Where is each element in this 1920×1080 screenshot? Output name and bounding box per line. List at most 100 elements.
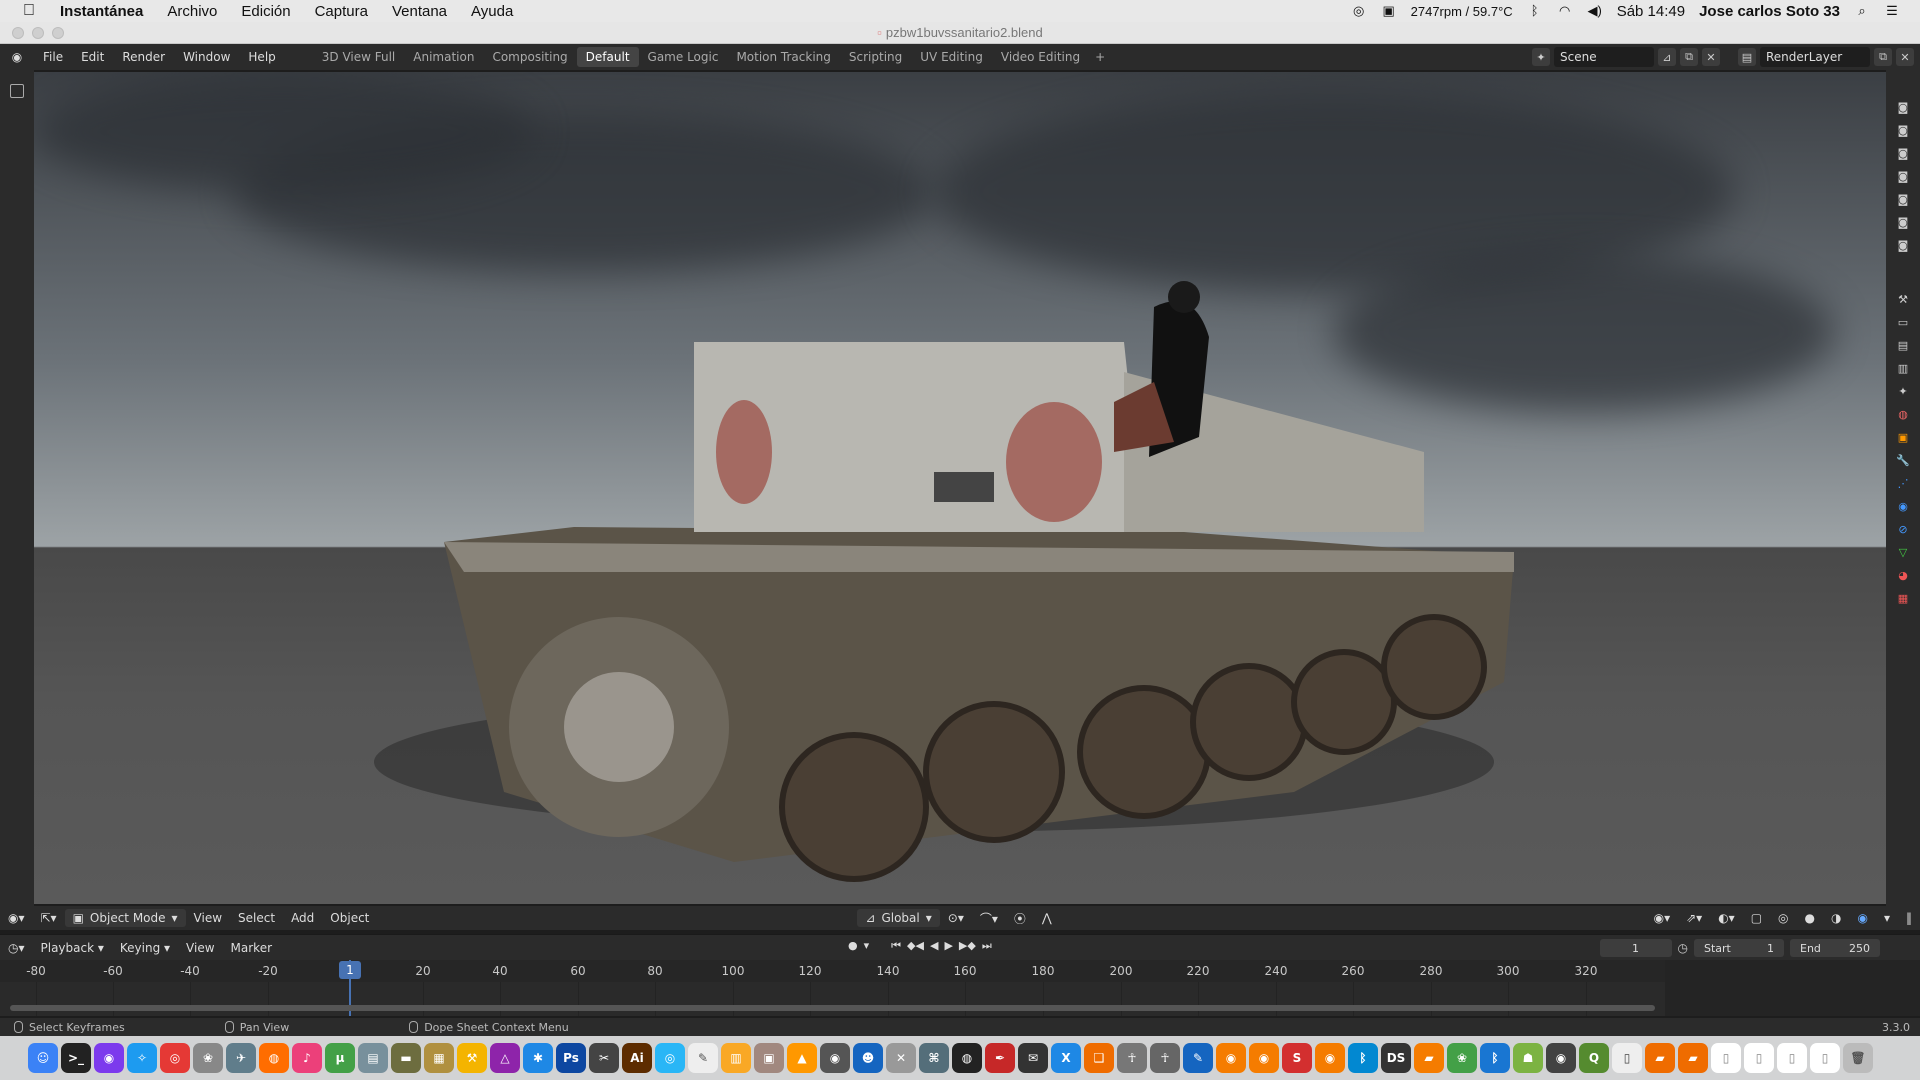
cc-icon[interactable]: ◎ — [1351, 4, 1367, 18]
playhead-frame-label[interactable]: 1 — [339, 961, 361, 979]
delete-scene-icon[interactable]: ✕ — [1702, 48, 1720, 66]
jump-start-icon[interactable]: ⏮ — [891, 939, 901, 953]
document-icon[interactable]: ▯ — [1711, 1043, 1741, 1073]
notification-center-icon[interactable]: ☰ — [1884, 4, 1900, 18]
jump-end-icon[interactable]: ⏭ — [982, 939, 992, 953]
scene-field[interactable]: Scene — [1554, 47, 1654, 67]
view-layer-props-icon[interactable]: ▥ — [1894, 359, 1912, 377]
orientation-dropdown[interactable]: ⊿ Global ▾ — [857, 909, 940, 927]
globe-icon[interactable]: ◍ — [952, 1043, 982, 1073]
visibility-icon[interactable]: ◉▾ — [1646, 911, 1679, 925]
tab-animation[interactable]: Animation — [404, 47, 483, 67]
add-workspace-button[interactable]: + — [1089, 50, 1111, 64]
physics-icon[interactable]: ◉ — [1894, 497, 1912, 515]
network-icon[interactable]: ⌘ — [919, 1043, 949, 1073]
blender-alt-icon[interactable]: ◉ — [1249, 1043, 1279, 1073]
timeline-scrollbar[interactable] — [10, 1005, 1655, 1011]
photos-alt-icon[interactable]: ❀ — [1447, 1043, 1477, 1073]
menu-render[interactable]: Render — [113, 50, 174, 64]
folder-orange-alt-icon[interactable]: ▰ — [1678, 1043, 1708, 1073]
timeline-editor-type-icon[interactable]: ◷▾ — [0, 941, 33, 955]
document-icon[interactable]: ▯ — [1810, 1043, 1840, 1073]
menu-ayuda[interactable]: Ayuda — [459, 3, 525, 20]
user-name[interactable]: Jose carlos Soto 33 — [1699, 3, 1840, 20]
object-icon[interactable]: ▣ — [1894, 428, 1912, 446]
utorrent-icon[interactable]: µ — [325, 1043, 355, 1073]
mail-icon[interactable]: ✉ — [1018, 1043, 1048, 1073]
texture-icon[interactable]: ▦ — [1894, 589, 1912, 607]
zoom-window-button[interactable] — [52, 27, 64, 39]
person-app-icon[interactable]: ☻ — [853, 1043, 883, 1073]
capture-icon[interactable]: ✂ — [589, 1043, 619, 1073]
diskutility-icon[interactable]: ◉ — [820, 1043, 850, 1073]
poser-icon[interactable]: ☥ — [1150, 1043, 1180, 1073]
mirror-icon[interactable]: ▯ — [1612, 1043, 1642, 1073]
settings-icon[interactable]: ✱ — [523, 1043, 553, 1073]
map-app-icon[interactable]: ▦ — [424, 1043, 454, 1073]
chrome-icon[interactable]: ◎ — [160, 1043, 190, 1073]
pages-icon[interactable]: ▰ — [1414, 1043, 1444, 1073]
tool-icon[interactable]: ⚒ — [1894, 290, 1912, 308]
play-icon[interactable]: ▶ — [944, 939, 952, 953]
output-icon[interactable]: ▤ — [1894, 336, 1912, 354]
delete-view-layer-icon[interactable]: ✕ — [1896, 48, 1914, 66]
menu-keying[interactable]: Keying ▾ — [112, 941, 178, 955]
spotlight-icon[interactable]: ⌕ — [1854, 4, 1870, 18]
wifi-icon[interactable]: ◠ — [1557, 4, 1573, 18]
solid-shading-icon[interactable]: ● — [1797, 911, 1823, 925]
tank-app-icon[interactable]: ▬ — [391, 1043, 421, 1073]
datetime[interactable]: Sáb 14:49 — [1617, 3, 1685, 20]
crosscheck-icon[interactable]: ✕ — [886, 1043, 916, 1073]
photos-icon[interactable]: ❀ — [193, 1043, 223, 1073]
camera-icon[interactable]: ◙ — [1894, 167, 1912, 185]
editor-type-icon[interactable]: ◉▾ — [0, 911, 33, 925]
blender-icon[interactable]: ◉ — [1216, 1043, 1246, 1073]
gizmo-icon[interactable]: ⇗▾ — [1678, 911, 1710, 925]
falloff-icon[interactable]: ⋀ — [1034, 911, 1060, 925]
menu-ventana[interactable]: Ventana — [380, 3, 459, 20]
android-icon[interactable]: ☗ — [1513, 1043, 1543, 1073]
itunes-icon[interactable]: ♪ — [292, 1043, 322, 1073]
browser-icon[interactable]: ◎ — [655, 1043, 685, 1073]
camera-icon[interactable]: ◙ — [1894, 236, 1912, 254]
object-mode-dropdown[interactable]: ▣ Object Mode ▾ — [64, 909, 186, 927]
tab-game-logic[interactable]: Game Logic — [639, 47, 728, 67]
auto-key-icon[interactable]: ● — [848, 939, 858, 953]
gpu-icon[interactable]: ◉ — [1546, 1043, 1576, 1073]
minimize-window-button[interactable] — [32, 27, 44, 39]
menu-marker[interactable]: Marker — [223, 941, 280, 955]
tab-compositing[interactable]: Compositing — [483, 47, 576, 67]
bluetooth-app-icon[interactable]: ᛒ — [1348, 1043, 1378, 1073]
launchpad-icon[interactable]: ✈ — [226, 1043, 256, 1073]
modifier-icon[interactable]: 🔧 — [1894, 451, 1912, 469]
menu-edit[interactable]: Edit — [72, 50, 113, 64]
volume-icon[interactable]: ◀) — [1587, 4, 1603, 18]
camera-icon[interactable]: ◙ — [1894, 190, 1912, 208]
timeline-area[interactable]: -80 -60 -40 -20 20 40 60 80 100 120 140 … — [0, 960, 1920, 1016]
tab-default[interactable]: Default — [576, 47, 639, 67]
sublime-icon[interactable]: S — [1282, 1043, 1312, 1073]
trash-icon[interactable]: 🗑 — [1843, 1043, 1873, 1073]
proportional-edit-icon[interactable]: ⦿ — [1006, 910, 1034, 927]
render-icon[interactable]: ▭ — [1894, 313, 1912, 331]
textedit-icon[interactable]: ✎ — [688, 1043, 718, 1073]
material-shading-icon[interactable]: ◑ — [1823, 911, 1849, 925]
menu-object[interactable]: Object — [322, 911, 377, 925]
menu-archivo[interactable]: Archivo — [155, 3, 229, 20]
menu-select[interactable]: Select — [230, 911, 283, 925]
particles-icon[interactable]: ⋰ — [1894, 474, 1912, 492]
package-icon[interactable]: ▣ — [754, 1043, 784, 1073]
affinity-icon[interactable]: △ — [490, 1043, 520, 1073]
books-icon[interactable]: ❑ — [1084, 1043, 1114, 1073]
clock-icon[interactable]: ◷ — [1678, 941, 1688, 955]
snap-icon[interactable]: ⌒▾ — [972, 910, 1006, 927]
frame-ruler[interactable]: -80 -60 -40 -20 20 40 60 80 100 120 140 … — [0, 960, 1665, 982]
document-icon[interactable]: ▯ — [1744, 1043, 1774, 1073]
material-icon[interactable]: ◕ — [1894, 566, 1912, 584]
qgis-icon[interactable]: Q — [1579, 1043, 1609, 1073]
view-layer-field[interactable]: RenderLayer — [1760, 47, 1870, 67]
menu-view[interactable]: View — [186, 911, 230, 925]
document-icon[interactable]: ▯ — [1777, 1043, 1807, 1073]
menu-playback[interactable]: Playback ▾ — [33, 941, 112, 955]
files-icon[interactable]: ▥ — [721, 1043, 751, 1073]
